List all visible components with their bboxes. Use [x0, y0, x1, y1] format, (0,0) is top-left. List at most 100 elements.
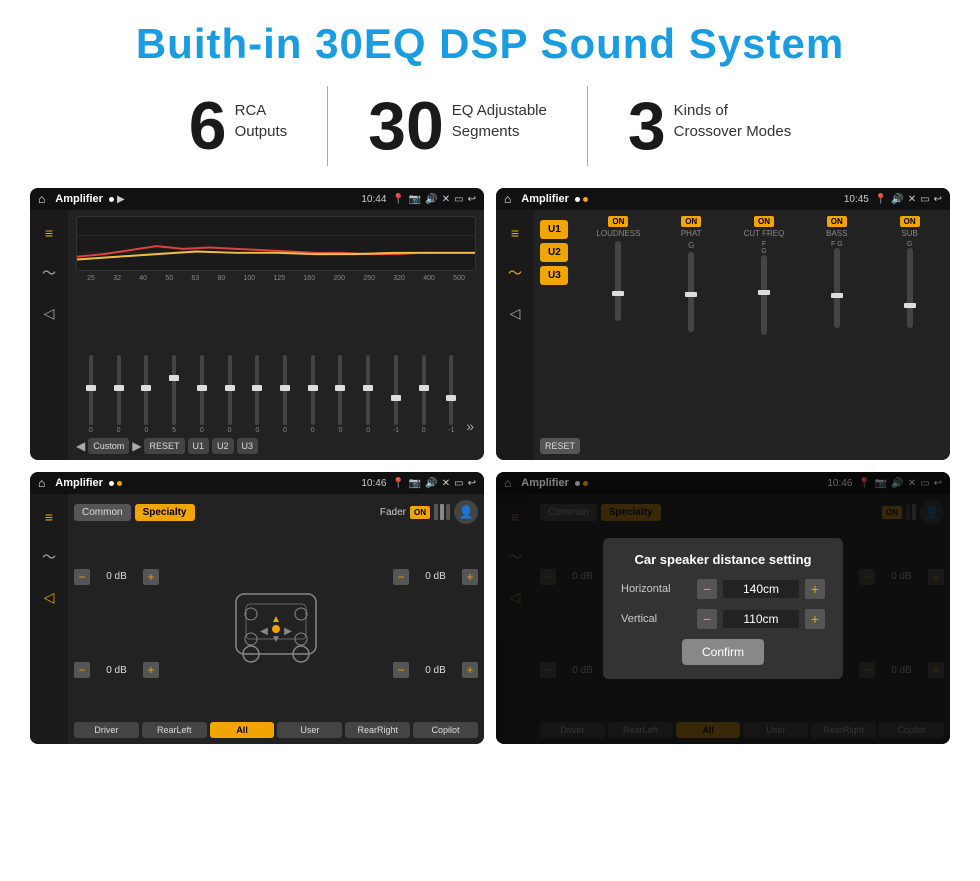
svg-text:▲: ▲	[271, 614, 281, 625]
horizontal-minus[interactable]: −	[697, 579, 717, 599]
vertical-plus[interactable]: +	[805, 609, 825, 629]
eq-app-name: Amplifier	[55, 193, 103, 205]
loudness-on-badge[interactable]: ON	[608, 216, 628, 227]
custom-btn[interactable]: Custom	[88, 438, 129, 454]
u2-btn[interactable]: U2	[212, 438, 234, 454]
fader-screen-content: ≡ 〜 ◁ Common Specialty Fader ON	[30, 494, 484, 744]
fader-status-icons: 📍 📷 🔊 ✕ ▭ ↩	[392, 478, 476, 489]
fader-sliders-mini	[434, 504, 450, 520]
fader-left-ch1: − 0 dB +	[74, 569, 159, 585]
u3-button[interactable]: U3	[540, 266, 568, 285]
cutfreq-on-badge[interactable]: ON	[754, 216, 774, 227]
eq-slider-7[interactable]: 0	[244, 355, 270, 434]
u2-button[interactable]: U2	[540, 243, 568, 262]
fader-location-icon: 📍	[392, 478, 404, 489]
fader-plus-2[interactable]: +	[143, 662, 159, 678]
all-btn[interactable]: All	[210, 722, 275, 738]
fader-right-minus-2[interactable]: −	[393, 662, 409, 678]
user-btn[interactable]: User	[277, 722, 342, 738]
eq-slider-8[interactable]: 0	[272, 355, 298, 434]
fader-minus-2[interactable]: −	[74, 662, 90, 678]
back-icon[interactable]: ↩	[468, 194, 476, 205]
common-tab[interactable]: Common	[74, 504, 131, 521]
sub-on-badge[interactable]: ON	[900, 216, 920, 227]
rear-right-btn[interactable]: RearRight	[345, 722, 410, 738]
eq-slider-11[interactable]: 0	[355, 355, 381, 434]
loudness-slider[interactable]	[615, 241, 621, 321]
fader-right-plus-1[interactable]: +	[462, 569, 478, 585]
amp-dot-white	[575, 197, 580, 202]
speaker-icon[interactable]: ◁	[36, 300, 62, 326]
fader-left-channels: − 0 dB + − 0 dB +	[74, 530, 159, 717]
eq-slider-9[interactable]: 0	[300, 355, 326, 434]
amp-home-icon[interactable]: ⌂	[504, 192, 511, 206]
eq-slider-13[interactable]: 0	[411, 355, 437, 434]
amp-eq-icon[interactable]: ≡	[502, 220, 528, 246]
phat-on-badge[interactable]: ON	[681, 216, 701, 227]
eq-icon[interactable]: ≡	[36, 220, 62, 246]
bass-slider[interactable]	[834, 248, 840, 328]
stat-crossover-number: 3	[628, 92, 666, 160]
fader-minus-1[interactable]: −	[74, 569, 90, 585]
eq-slider-4[interactable]: 5	[161, 355, 187, 434]
prev-arrow[interactable]: ◀	[76, 439, 85, 453]
sub-slider[interactable]	[907, 248, 913, 328]
driver-btn[interactable]: Driver	[74, 722, 139, 738]
specialty-tab[interactable]: Specialty	[135, 504, 195, 521]
eq-slider-10[interactable]: 0	[328, 355, 354, 434]
screens-grid: ⌂ Amplifier ▶ 10:44 📍 📷 🔊 ✕ ▭ ↩	[30, 188, 950, 744]
fader-right-db-2: 0 dB	[412, 665, 459, 676]
window-icon: ▭	[454, 194, 463, 205]
fader-eq-icon[interactable]: ≡	[36, 504, 62, 530]
fader-home-icon[interactable]: ⌂	[38, 476, 45, 490]
amp-x-icon: ✕	[908, 194, 916, 205]
horizontal-plus[interactable]: +	[805, 579, 825, 599]
amp-back-icon[interactable]: ↩	[934, 194, 942, 205]
u1-button[interactable]: U1	[540, 220, 568, 239]
amp-status-bar: ⌂ Amplifier 10:45 📍 🔊 ✕ ▭ ↩	[496, 188, 950, 210]
eq-slider-6[interactable]: 0	[217, 355, 243, 434]
reset-btn[interactable]: RESET	[144, 438, 184, 454]
eq-slider-2[interactable]: 0	[106, 355, 132, 434]
home-icon[interactable]: ⌂	[38, 192, 45, 206]
eq-slider-5[interactable]: 0	[189, 355, 215, 434]
cutfreq-slider[interactable]	[761, 255, 767, 335]
fader-speaker-icon[interactable]: ◁	[36, 584, 62, 610]
stat-crossover-text: Kinds of Crossover Modes	[674, 92, 792, 142]
fader-avatar-icon[interactable]: 👤	[454, 500, 478, 524]
amp-wave-icon[interactable]: 〜	[502, 260, 528, 286]
eq-slider-3[interactable]: 0	[133, 355, 159, 434]
eq-slider-14[interactable]: -1	[439, 355, 465, 434]
bass-on-badge[interactable]: ON	[827, 216, 847, 227]
fader-db-value-2: 0 dB	[93, 665, 140, 676]
expand-icon[interactable]: »	[466, 418, 474, 434]
vertical-minus[interactable]: −	[697, 609, 717, 629]
amp-reset-btn[interactable]: RESET	[540, 438, 580, 454]
copilot-btn[interactable]: Copilot	[413, 722, 478, 738]
amp-main-area: U1 U2 U3 RESET ON LOUDNESS	[534, 210, 950, 460]
wave-icon[interactable]: 〜	[36, 260, 62, 286]
play-icon: ▶	[117, 194, 125, 205]
phat-slider[interactable]	[688, 252, 694, 332]
fader-wave-icon[interactable]: 〜	[36, 544, 62, 570]
confirm-button[interactable]: Confirm	[682, 639, 764, 665]
u3-btn[interactable]: U3	[237, 438, 259, 454]
u1-btn[interactable]: U1	[188, 438, 210, 454]
next-arrow[interactable]: ▶	[132, 439, 141, 453]
eq-slider-1[interactable]: 0	[78, 355, 104, 434]
stat-eq-number: 30	[368, 92, 444, 160]
rear-left-btn[interactable]: RearLeft	[142, 722, 207, 738]
eq-bottom-bar: ◀ Custom ▶ RESET U1 U2 U3	[76, 438, 476, 454]
vertical-value: 110cm	[723, 610, 799, 628]
fader-back-icon[interactable]: ↩	[468, 478, 476, 489]
fader-mini-slider-3	[446, 504, 450, 520]
fader-right-minus-1[interactable]: −	[393, 569, 409, 585]
amp-u-buttons: U1 U2 U3 RESET	[540, 216, 580, 454]
vertical-row: Vertical − 110cm +	[621, 609, 825, 629]
fader-on-toggle[interactable]: ON	[410, 506, 430, 519]
eq-slider-12[interactable]: -1	[383, 355, 409, 434]
fader-right-plus-2[interactable]: +	[462, 662, 478, 678]
amp-speaker-icon[interactable]: ◁	[502, 300, 528, 326]
stat-eq-text: EQ Adjustable Segments	[452, 92, 547, 142]
fader-plus-1[interactable]: +	[143, 569, 159, 585]
